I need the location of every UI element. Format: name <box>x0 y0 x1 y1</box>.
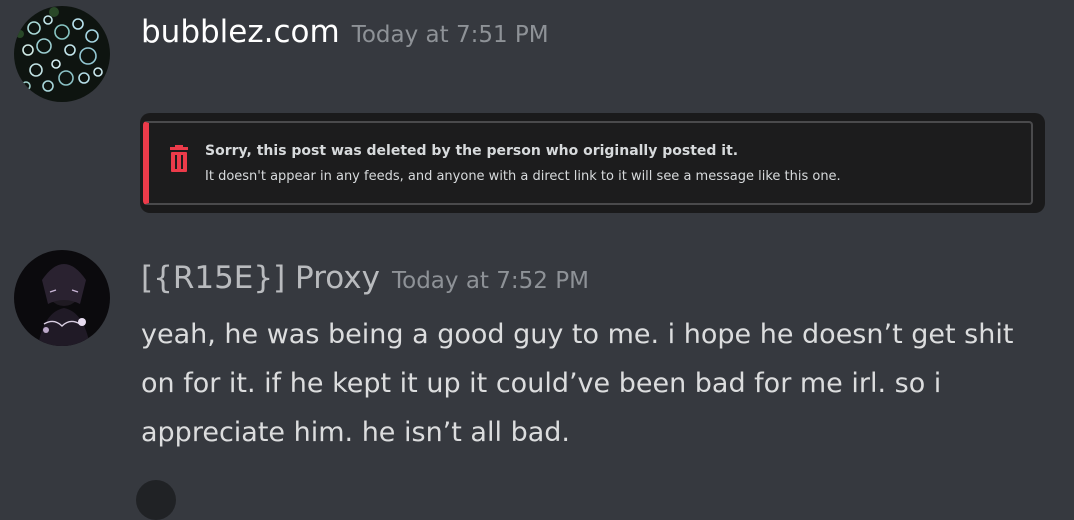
message-header: bubblez.com Today at 7:51 PM <box>141 14 549 50</box>
trash-icon <box>167 145 191 175</box>
embed-subtitle: It doesn't appear in any feeds, and anyo… <box>205 169 841 184</box>
message-proxy: [{R15E}] Proxy Today at 7:52 PM yeah, he … <box>0 230 1074 480</box>
anime-character-avatar-icon <box>14 250 110 346</box>
timestamp[interactable]: Today at 7:51 PM <box>352 22 549 48</box>
bubbles-avatar-icon <box>14 6 110 102</box>
user-avatar[interactable] <box>14 250 110 346</box>
next-message-avatar[interactable] <box>136 480 176 520</box>
timestamp[interactable]: Today at 7:52 PM <box>392 268 589 294</box>
user-avatar[interactable] <box>14 6 110 102</box>
username[interactable]: [{R15E}] Proxy <box>141 260 380 296</box>
embed-card: Sorry, this post was deleted by the pers… <box>143 121 1033 205</box>
username[interactable]: bubblez.com <box>141 14 340 50</box>
message-bubblez: bubblez.com Today at 7:51 PM Sorry, this … <box>0 0 1074 220</box>
message-content: yeah, he was being a good guy to me. i h… <box>141 319 1014 448</box>
deleted-post-embed: Sorry, this post was deleted by the pers… <box>140 113 1045 213</box>
message-header: [{R15E}] Proxy Today at 7:52 PM <box>141 260 589 296</box>
embed-title: Sorry, this post was deleted by the pers… <box>205 143 739 159</box>
